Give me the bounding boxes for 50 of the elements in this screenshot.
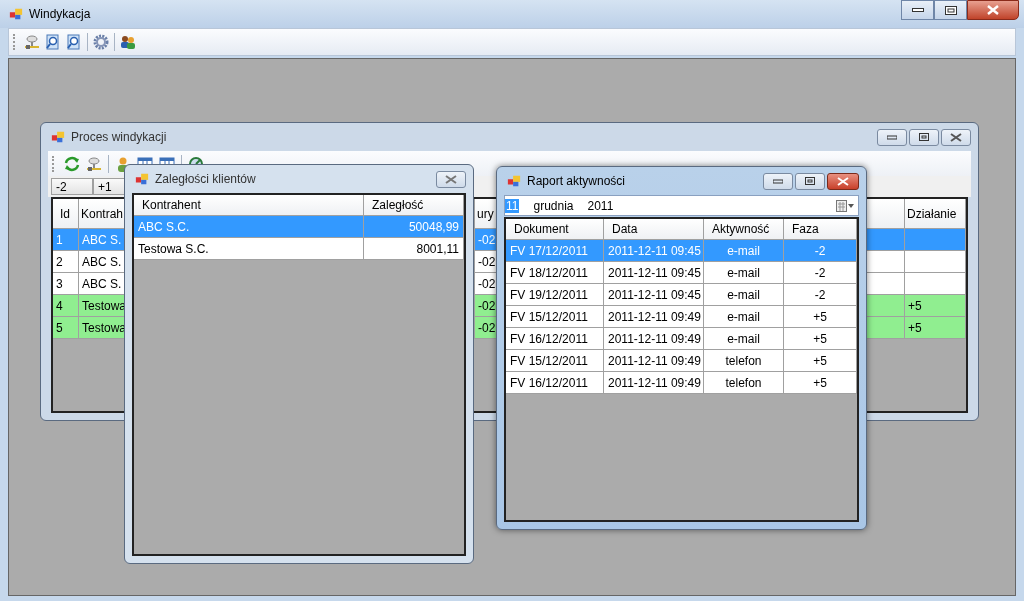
minimize-icon [911, 7, 924, 13]
table-cell: 8001,11 [364, 238, 464, 260]
table-cell: FV 16/12/2011 [506, 372, 604, 394]
table-row[interactable]: Testowa S.C. 8001,11 [134, 238, 464, 260]
window-title: Raport aktywności [527, 174, 626, 188]
minimize-icon [773, 178, 783, 184]
settings-icon[interactable] [93, 34, 109, 50]
refresh-icon[interactable] [64, 155, 80, 172]
table-cell: +5 [905, 317, 966, 339]
minimize-icon [887, 134, 897, 140]
maximize-button[interactable] [934, 0, 967, 20]
close-icon [445, 174, 457, 184]
document-search-icon[interactable] [66, 34, 82, 50]
app-icon [507, 174, 521, 188]
table-row[interactable]: FV 16/12/2011 2011-12-11 09:49 e-mail +5 [506, 328, 857, 350]
calendar-icon[interactable] [836, 199, 854, 212]
table-cell: Testowa S.C. [134, 238, 364, 260]
maximize-button[interactable] [909, 128, 939, 146]
window-title: Zaległości klientów [155, 172, 256, 186]
close-icon [837, 176, 849, 186]
table-cell: +5 [784, 372, 857, 394]
table-row[interactable]: FV 18/12/2011 2011-12-11 09:45 e-mail -2 [506, 262, 857, 284]
maximize-icon [919, 133, 929, 141]
table-row[interactable]: FV 15/12/2011 2011-12-11 09:49 telefon +5 [506, 350, 857, 372]
close-button[interactable] [941, 128, 971, 146]
table-row[interactable]: FV 16/12/2011 2011-12-11 09:49 telefon +5 [506, 372, 857, 394]
table-cell: 2011-12-11 09:49 [604, 372, 704, 394]
tab[interactable]: -2 [51, 178, 93, 195]
close-button[interactable] [967, 0, 1019, 20]
table-row[interactable]: FV 15/12/2011 2011-12-11 09:49 e-mail +5 [506, 306, 857, 328]
app-icon [135, 172, 149, 186]
document-search-icon[interactable] [45, 34, 61, 50]
network-icon[interactable] [86, 155, 102, 172]
app-icon [51, 130, 65, 144]
maximize-icon [805, 177, 815, 185]
maximize-icon [944, 5, 957, 15]
users-icon[interactable] [120, 34, 136, 50]
date-picker[interactable]: 11 grudnia 2011 [504, 195, 859, 216]
close-icon [986, 5, 1000, 15]
table-cell: telefon [704, 372, 784, 394]
app-icon [9, 7, 23, 21]
maximize-button[interactable] [795, 172, 825, 190]
table-cell: 5 [53, 317, 79, 339]
window-title: Windykacja [29, 7, 91, 21]
close-icon [950, 132, 962, 142]
close-button[interactable] [827, 172, 859, 190]
table-row[interactable]: FV 19/12/2011 2011-12-11 09:45 e-mail -2 [506, 284, 857, 306]
network-icon[interactable] [24, 34, 40, 50]
window-title: Proces windykacji [71, 130, 167, 144]
minimize-button[interactable] [901, 0, 934, 20]
